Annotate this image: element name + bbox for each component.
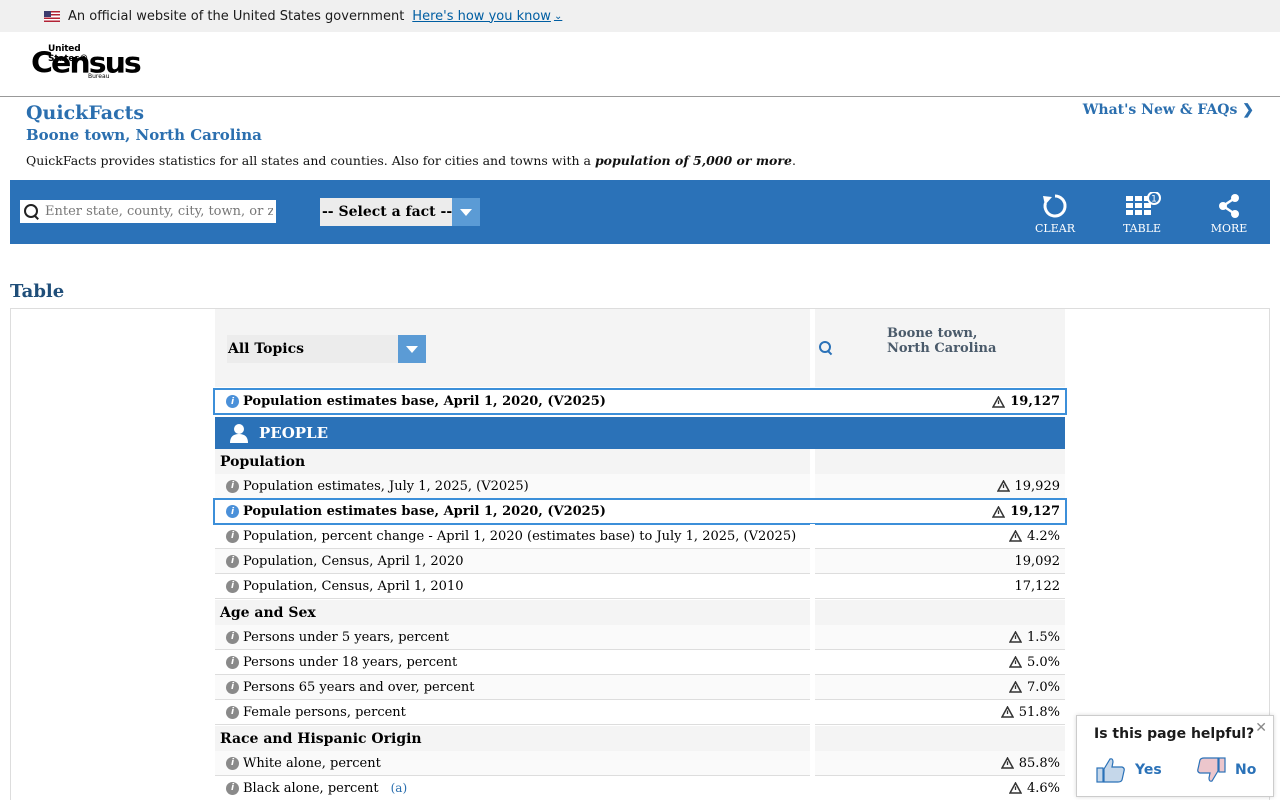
gov-banner-text: An official website of the United States…	[68, 8, 405, 24]
gov-banner: An official website of the United States…	[0, 0, 1280, 32]
warning-triangle-icon	[992, 395, 1006, 408]
warning-triangle-icon[interactable]	[1008, 656, 1022, 668]
table-row: i White alone, percent 85.8%	[215, 751, 1065, 776]
location-search[interactable]	[20, 200, 276, 223]
info-icon[interactable]: i	[226, 529, 239, 543]
close-icon[interactable]: ✕	[1255, 720, 1267, 736]
whats-new-faqs-link[interactable]: What's New & FAQs ❯	[1083, 102, 1254, 118]
warning-triangle-icon[interactable]	[1008, 782, 1022, 794]
chevron-down-icon: ⌄	[553, 10, 563, 22]
search-icon	[24, 203, 40, 220]
footnote-link[interactable]: (a)	[391, 781, 408, 795]
refresh-icon	[1043, 194, 1067, 218]
clear-button[interactable]: CLEAR	[1025, 192, 1085, 236]
warning-triangle-icon[interactable]	[1000, 757, 1014, 769]
table-row: i Persons under 18 years, percent 5.0%	[215, 650, 1065, 675]
table-row: i Female persons, percent 51.8%	[215, 700, 1065, 725]
census-logo[interactable]: United States® Census Bureau	[31, 44, 142, 84]
table-row: i Black alone, percent (a) 4.6%	[215, 776, 1065, 800]
helpful-no-button[interactable]: No	[1195, 756, 1256, 784]
table-heading: Table	[10, 281, 65, 302]
info-icon[interactable]: i	[226, 680, 239, 694]
thumbs-up-icon	[1096, 758, 1125, 783]
location-column-title: Boone town, North Carolina	[887, 326, 997, 356]
location-search-input[interactable]	[45, 204, 273, 219]
info-icon[interactable]: i	[226, 655, 239, 669]
toolbar: -- Select a fact -- CLEAR 1 TABLE MORE	[10, 180, 1270, 244]
info-icon[interactable]: i	[226, 781, 239, 795]
share-icon	[1219, 194, 1239, 218]
info-icon[interactable]: i	[226, 505, 239, 518]
helpful-yes-button[interactable]: Yes	[1095, 756, 1162, 784]
quickfacts-header: QuickFacts Boone town, North Carolina Qu…	[0, 97, 1280, 180]
page-description: QuickFacts provides statistics for all s…	[26, 153, 796, 168]
table-grid-icon: 1	[1126, 192, 1161, 215]
table-row: i Population, Census, April 1, 2010 17,12…	[215, 574, 1065, 599]
chevron-right-icon: ❯	[1242, 102, 1254, 118]
location-search-icon[interactable]	[819, 341, 833, 355]
group-header-population: Population	[215, 449, 1065, 474]
thumbs-down-icon	[1197, 757, 1226, 782]
table-row: i Population, Census, April 1, 2020 19,09…	[215, 549, 1065, 574]
page-title: QuickFacts	[26, 102, 145, 124]
warning-triangle-icon[interactable]	[1008, 681, 1022, 693]
table-row: i Population estimates, July 1, 2025, (V2…	[215, 474, 1065, 499]
page-helpful-widget: Is this page helpful? ✕ Yes No	[1076, 715, 1274, 797]
table-row: i Population, percent change - April 1, 2…	[215, 524, 1065, 549]
info-icon[interactable]: i	[226, 479, 239, 493]
group-header-age-sex: Age and Sex	[215, 600, 1065, 625]
section-people: PEOPLE	[215, 417, 1065, 449]
warning-triangle-icon[interactable]	[1008, 631, 1022, 643]
site-header: United States® Census Bureau	[0, 32, 1280, 97]
all-topics-dropdown[interactable]: All Topics	[227, 335, 426, 363]
location-title: Boone town, North Carolina	[26, 126, 262, 144]
info-icon[interactable]: i	[226, 395, 239, 408]
us-flag-icon	[44, 10, 60, 22]
table-row: i Persons under 5 years, percent 1.5%	[215, 625, 1065, 650]
info-icon[interactable]: i	[226, 579, 239, 593]
group-header-race: Race and Hispanic Origin	[215, 726, 1065, 751]
dropdown-arrow-icon	[398, 335, 426, 363]
table-row: i Persons 65 years and over, percent 7.0%	[215, 675, 1065, 700]
info-icon[interactable]: i	[226, 554, 239, 568]
table-button[interactable]: 1 TABLE	[1112, 192, 1172, 236]
warning-triangle-icon[interactable]	[1000, 706, 1014, 718]
warning-triangle-icon[interactable]	[1008, 530, 1022, 542]
heres-how-you-know-link[interactable]: Here's how you know ⌄	[412, 9, 562, 24]
info-icon[interactable]: i	[226, 756, 239, 770]
dropdown-arrow-icon	[452, 198, 480, 226]
info-icon[interactable]: i	[226, 630, 239, 644]
select-fact-dropdown[interactable]: -- Select a fact --	[320, 198, 480, 226]
table-badge: 1	[1151, 195, 1157, 205]
warning-triangle-icon[interactable]	[996, 480, 1010, 492]
info-icon[interactable]: i	[226, 705, 239, 719]
more-button[interactable]: MORE	[1199, 192, 1259, 236]
person-icon	[230, 424, 248, 443]
table-row-highlighted[interactable]: i Population estimates base, April 1, 202…	[213, 498, 1067, 525]
warning-triangle-icon[interactable]	[992, 505, 1006, 518]
pinned-fact-row[interactable]: i Population estimates base, April 1, 202…	[213, 388, 1067, 415]
